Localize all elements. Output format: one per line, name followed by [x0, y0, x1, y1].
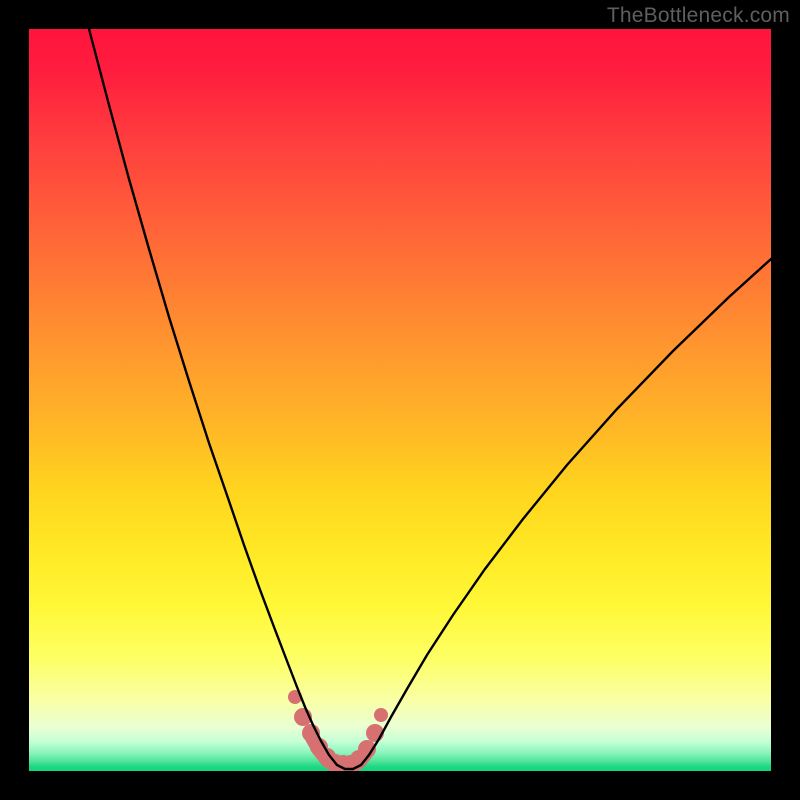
outer-frame: TheBottleneck.com	[0, 0, 800, 800]
plot-area	[29, 29, 771, 771]
curve-svg	[29, 29, 771, 771]
bottleneck-curve-path	[89, 29, 771, 769]
marker-dot	[374, 708, 388, 722]
watermark-text: TheBottleneck.com	[607, 4, 790, 28]
